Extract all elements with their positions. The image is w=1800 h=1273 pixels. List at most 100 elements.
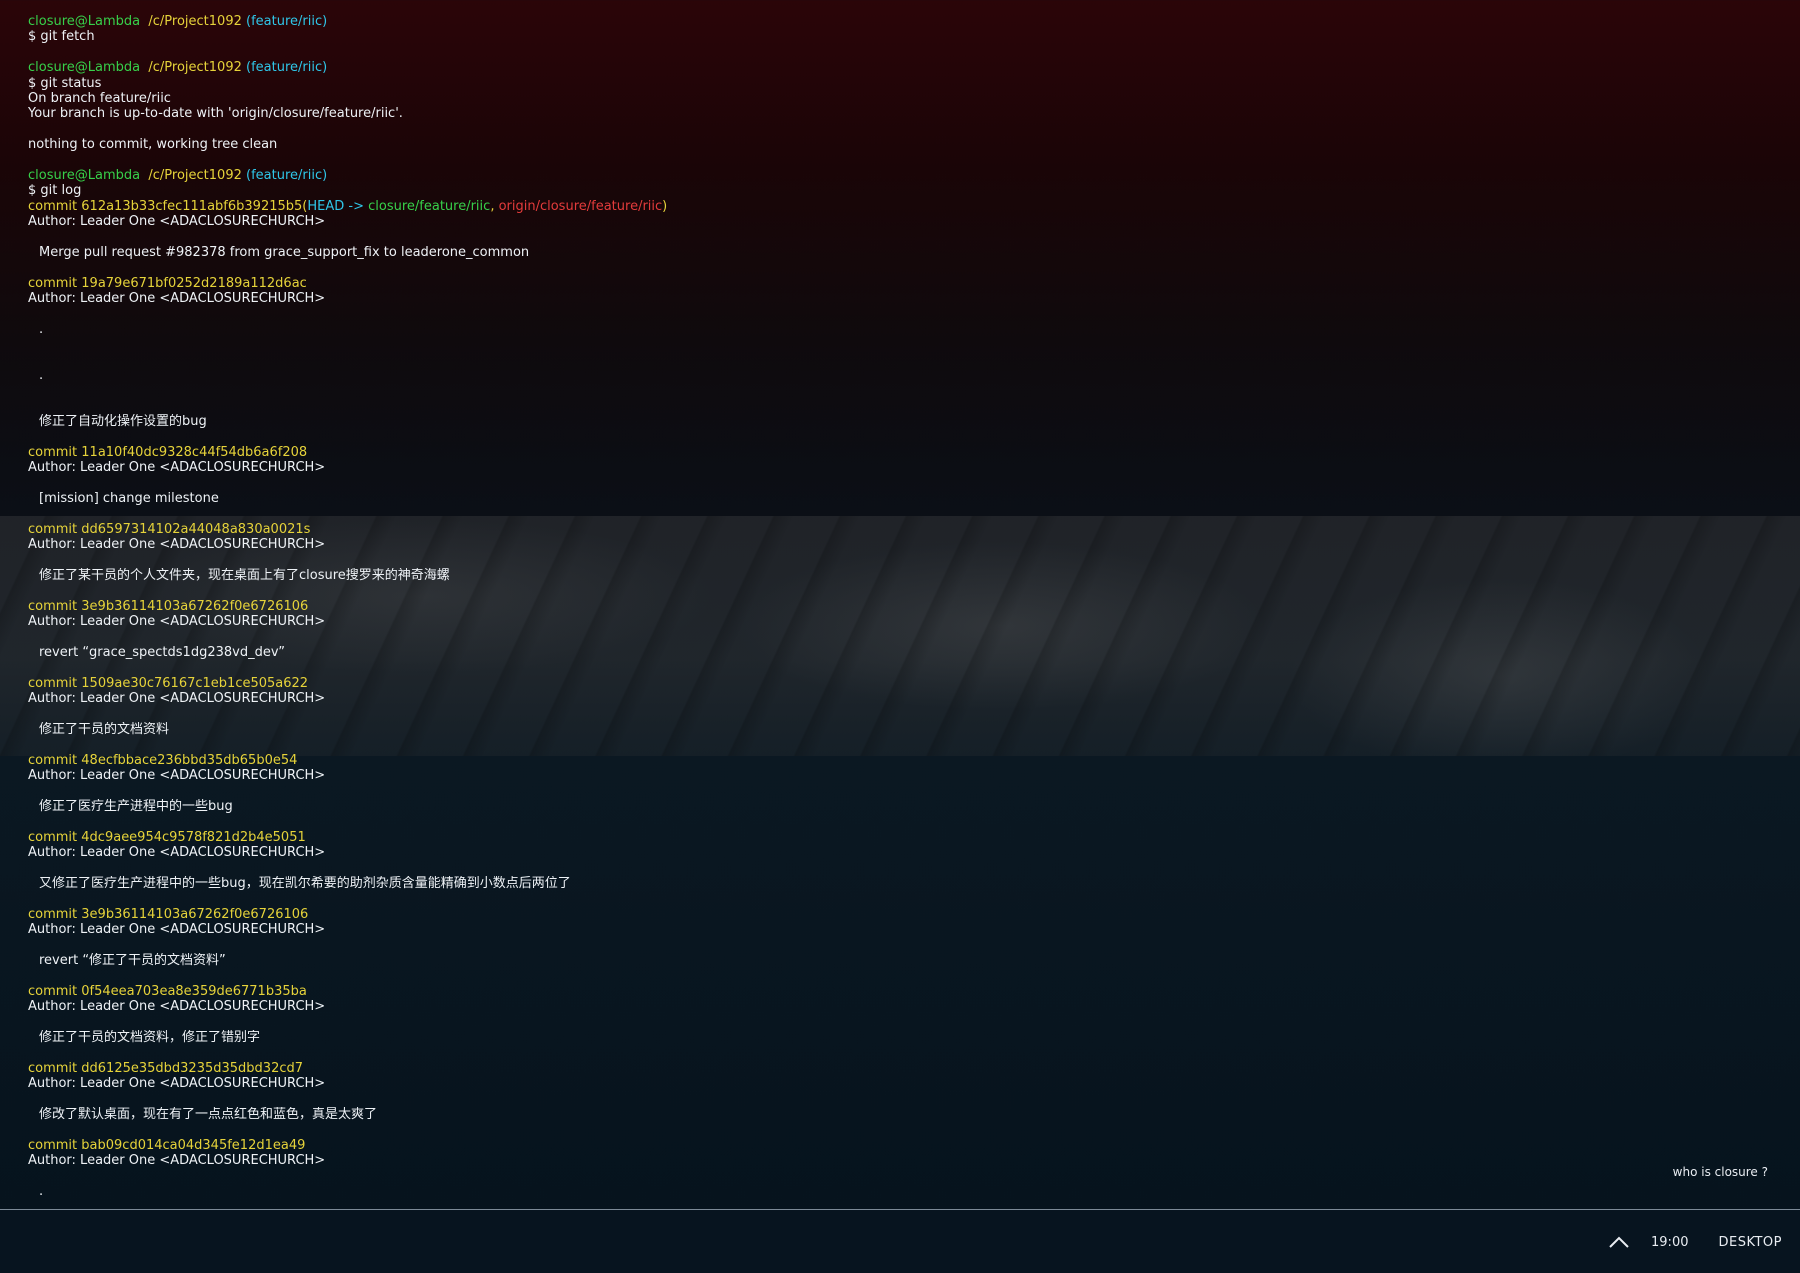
commit-message: 修正了医疗生产进程中的一些bug <box>39 798 233 814</box>
author-text: Author: Leader One <ADACLOSURECHURCH> <box>28 1075 326 1091</box>
author-line: Author: Leader One <ADACLOSURECHURCH> <box>28 691 1228 706</box>
commit-message: 又修正了医疗生产进程中的一些bug，现在凯尔希要的助剂杂质含量能精确到小数点后两… <box>39 875 571 891</box>
commit-message-line: 修改了默认桌面，现在有了一点点红色和蓝色，真是太爽了 <box>28 1107 1228 1122</box>
commit-hash: dd6125e35dbd3235d35dbd32cd7 <box>81 1060 304 1076</box>
prompt-line: closure@Lambda /c/Project1092 (feature/r… <box>28 60 1228 75</box>
author-line: Author: Leader One <ADACLOSURECHURCH> <box>28 291 1228 306</box>
commit-line: commit 11a10f40dc9328c44f54db6a6f208 <box>28 445 1228 460</box>
author-text: Author: Leader One <ADACLOSURECHURCH> <box>28 214 326 230</box>
commit-message-line: 修正了干员的文档资料，修正了错别字 <box>28 1030 1228 1045</box>
status-text: Your branch is up-to-date with 'origin/c… <box>28 106 403 122</box>
status-text: nothing to commit, working tree clean <box>28 137 278 153</box>
commit-message-line: . <box>28 322 1228 337</box>
author-line: Author: Leader One <ADACLOSURECHURCH> <box>28 768 1228 783</box>
prompt-user: closure@Lambda <box>28 14 141 29</box>
commit-line: commit 0f54eea703ea8e359de6771b35ba <box>28 984 1228 999</box>
commit-message-line: Merge pull request #982378 from grace_su… <box>28 245 1228 260</box>
commit-label: commit <box>28 521 82 537</box>
origin-branch-ref: origin/closure/feature/riic <box>498 198 663 214</box>
commit-label: commit <box>28 983 82 999</box>
commit-message-line: 修正了自动化操作设置的bug <box>28 414 1228 429</box>
commit-message-line: 修正了医疗生产进程中的一些bug <box>28 799 1228 814</box>
ref-separator: , <box>490 198 499 214</box>
commit-line: commit 19a79e671bf0252d2189a112d6ac <box>28 276 1228 291</box>
chevron-up-icon[interactable] <box>1607 1230 1631 1254</box>
commit-message-line: [mission] change milestone <box>28 491 1228 506</box>
author-line: Author: Leader One <ADACLOSURECHURCH> <box>28 460 1228 475</box>
who-is-closure-link[interactable]: who is closure ? <box>1673 1165 1768 1179</box>
author-line: Author: Leader One <ADACLOSURECHURCH> <box>28 214 1228 229</box>
prompt-dollar: $ <box>28 29 41 45</box>
commit-message: revert “修正了干员的文档资料” <box>39 952 226 968</box>
commit-message: 修正了某干员的个人文件夹，现在桌面上有了closure搜罗来的神奇海螺 <box>39 568 450 584</box>
prompt-branch: (feature/riic) <box>246 14 328 29</box>
system-tray: 19:00 DESKTOP <box>1607 1210 1782 1273</box>
status-line: nothing to commit, working tree clean <box>28 137 1228 152</box>
commit-label: commit <box>28 829 82 845</box>
commit-label: commit <box>28 752 82 768</box>
command-text: git status <box>40 75 102 91</box>
prompt-user: closure@Lambda <box>28 60 141 76</box>
commit-message-line: revert “修正了干员的文档资料” <box>28 953 1228 968</box>
commit-line: commit 48ecfbbace236bbd35db65b0e54 <box>28 753 1228 768</box>
prompt-dollar: $ <box>28 75 41 91</box>
prompt-dollar: $ <box>28 183 41 199</box>
author-text: Author: Leader One <ADACLOSURECHURCH> <box>28 614 326 630</box>
prompt-user: closure@Lambda <box>28 167 141 183</box>
commit-label: commit <box>28 1137 82 1153</box>
author-text: Author: Leader One <ADACLOSURECHURCH> <box>28 768 326 784</box>
commit-message-line: . <box>28 368 1228 383</box>
author-line: Author: Leader One <ADACLOSURECHURCH> <box>28 845 1228 860</box>
prompt-branch: (feature/riic) <box>246 167 328 183</box>
author-line: Author: Leader One <ADACLOSURECHURCH> <box>28 999 1228 1014</box>
command-line: $ git fetch <box>28 29 1228 44</box>
author-text: Author: Leader One <ADACLOSURECHURCH> <box>28 691 326 707</box>
commit-label: commit <box>28 598 82 614</box>
commit-hash: 612a13b33cfec111abf6b39215b5 <box>81 198 303 214</box>
commit-message: 修正了自动化操作设置的bug <box>39 414 207 430</box>
taskbar: 19:00 DESKTOP <box>0 1209 1800 1273</box>
prompt-path: /c/Project1092 <box>148 167 242 183</box>
author-line: Author: Leader One <ADACLOSURECHURCH> <box>28 1153 1228 1168</box>
commit-message-line: revert “grace_spectds1dg238vd_dev” <box>28 645 1228 660</box>
commit-line: commit 1509ae30c76167c1eb1ce505a622 <box>28 676 1228 691</box>
desktop-button[interactable]: DESKTOP <box>1718 1235 1782 1250</box>
prompt-line: closure@Lambda /c/Project1092 (feature/r… <box>28 14 1228 29</box>
commit-line: commit dd6597314102a44048a830a0021s <box>28 522 1228 537</box>
commit-message: 修正了干员的文档资料 <box>39 721 170 737</box>
commit-message: . <box>39 367 44 383</box>
author-text: Author: Leader One <ADACLOSURECHURCH> <box>28 537 326 553</box>
command-text: git log <box>40 183 82 199</box>
commit-message: 修正了干员的文档资料，修正了错别字 <box>39 1029 261 1045</box>
commit-line: commit 4dc9aee954c9578f821d2b4e5051 <box>28 830 1228 845</box>
terminal-output: closure@Lambda /c/Project1092 (feature/r… <box>28 14 1228 1214</box>
commit-hash: 1509ae30c76167c1eb1ce505a622 <box>81 675 309 691</box>
author-text: Author: Leader One <ADACLOSURECHURCH> <box>28 922 326 938</box>
local-branch-ref: closure/feature/riic <box>368 198 491 214</box>
commit-hash: 11a10f40dc9328c44f54db6a6f208 <box>81 444 308 460</box>
commit-line: commit 3e9b36114103a67262f0e6726106 <box>28 907 1228 922</box>
commit-message: Merge pull request #982378 from grace_su… <box>39 244 530 260</box>
commit-message-line: 修正了某干员的个人文件夹，现在桌面上有了closure搜罗来的神奇海螺 <box>28 568 1228 583</box>
command-line: $ git status <box>28 76 1228 91</box>
author-text: Author: Leader One <ADACLOSURECHURCH> <box>28 1152 326 1168</box>
commit-label: commit <box>28 1060 82 1076</box>
